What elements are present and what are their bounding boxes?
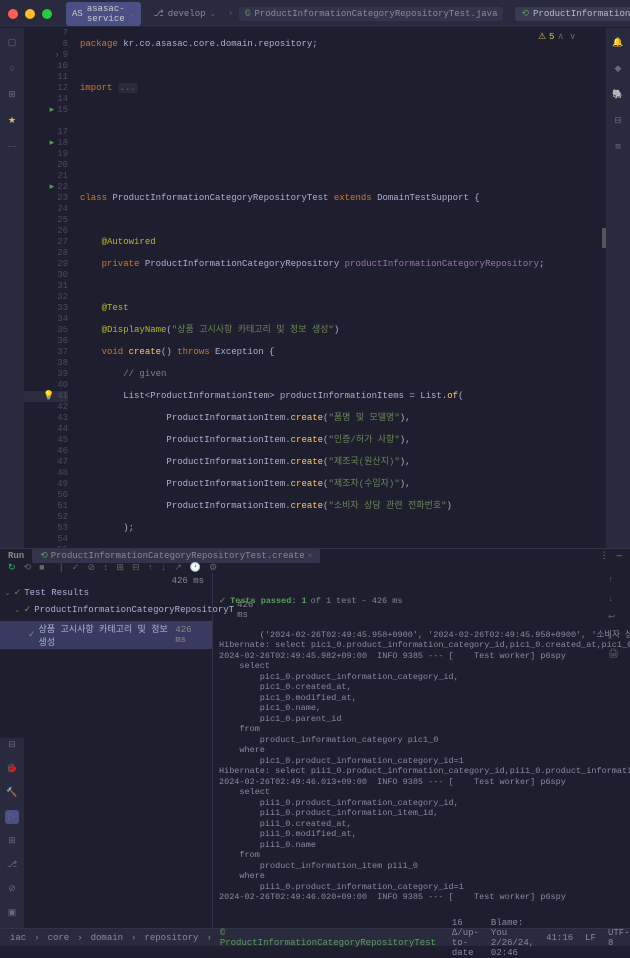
soft-wrap-icon[interactable]: ↩: [608, 612, 626, 623]
maven-tool-icon[interactable]: m: [611, 140, 625, 154]
right-tool-rail: 🔔 ◆ 🐘 ⊟ m: [606, 28, 630, 548]
vcs-status[interactable]: 16 ∆/up-to-date: [448, 918, 483, 958]
next-button[interactable]: ↓: [161, 563, 166, 573]
chevron-right-icon: ›: [228, 9, 233, 18]
minimap-indicator[interactable]: [602, 228, 606, 248]
blame-status[interactable]: Blame: You 2/26/24, 02:46: [487, 918, 538, 958]
test-icon: ⟲: [40, 551, 48, 561]
run-tool-window: Run ⟲ ProductInformationCategoryReposito…: [0, 548, 630, 918]
run-gutter-icon[interactable]: ▸: [50, 182, 55, 193]
left-tool-rail: ▢ ○ ⊞ ★ ⋯: [0, 28, 24, 548]
tree-header: 426 ms: [0, 575, 212, 587]
print-icon[interactable]: 🖨: [608, 649, 626, 660]
test-tree[interactable]: 426 ms ⌄✓ Test Results ⌄✓ ProductInforma…: [0, 573, 213, 936]
database-tool-icon[interactable]: ⊟: [611, 114, 625, 128]
run-tool-label: Run: [8, 551, 24, 561]
console-text: ('2024-02-26T02:49:45.958+0900', '2024-0…: [219, 630, 624, 903]
console-output[interactable]: ✓ Tests passed: 1 of 1 test – 426 ms ('2…: [213, 573, 630, 936]
show-ignored-button[interactable]: ⊘: [87, 563, 95, 573]
project-tool-icon[interactable]: ▢: [5, 36, 19, 50]
code-content[interactable]: package kr.co.asasac.core.domain.reposit…: [80, 28, 600, 548]
run-tool-minimize[interactable]: —: [617, 551, 622, 561]
lightbulb-icon[interactable]: 💡: [43, 391, 54, 402]
more-tools-icon[interactable]: ⋯: [5, 140, 19, 154]
close-window-button[interactable]: [8, 9, 18, 19]
maximize-window-button[interactable]: [42, 9, 52, 19]
bookmark-tool-icon[interactable]: ★: [5, 114, 19, 128]
test-icon: ⟲: [521, 9, 529, 19]
show-passed-button[interactable]: ✓: [72, 563, 80, 573]
java-class-icon: ©: [245, 9, 250, 19]
history-button[interactable]: 🕐: [190, 563, 201, 573]
titlebar: AS asasac-service ⌄ ⎇ develop ⌄ › © Prod…: [0, 0, 630, 28]
editor-tab-1[interactable]: © ProductInformationCategoryRepositoryTe…: [239, 7, 503, 21]
breadcrumb-item[interactable]: domain: [87, 933, 127, 943]
encoding[interactable]: UTF-8: [604, 928, 630, 948]
branch-selector[interactable]: ⎇ develop ⌄: [147, 7, 222, 21]
status-bar: iac› core› domain› repository› © Product…: [0, 928, 630, 946]
structure-tool-icon[interactable]: ⊞: [5, 88, 19, 102]
rerun-button[interactable]: ↻: [8, 563, 16, 573]
breadcrumb-item[interactable]: © ProductInformationCategoryRepositoryTe…: [216, 928, 440, 948]
collapse-button[interactable]: ⊟: [132, 563, 140, 573]
ai-tool-icon[interactable]: ◆: [611, 62, 625, 76]
settings-button[interactable]: ⚙: [209, 563, 217, 573]
sort-button[interactable]: ↕: [103, 563, 108, 573]
expand-button[interactable]: ⊞: [116, 563, 124, 573]
build-tool-icon[interactable]: 🔨: [5, 786, 19, 800]
run-gutter-icon[interactable]: ▸: [50, 138, 55, 149]
bottom-left-rail: ▣ ⊘ ⎇ ⊞ ▷ 🔨 🐞 ⊟: [0, 738, 24, 928]
terminal-tool-icon[interactable]: ▣: [5, 906, 19, 920]
editor-gutter: 7 8 ›9 10 11 12 14 ▸15 17 ▸18 19 20 21 ▸…: [24, 28, 74, 548]
debug-tool-icon[interactable]: 🐞: [5, 762, 19, 776]
check-icon: ✓: [219, 596, 226, 607]
breadcrumb-item[interactable]: repository: [140, 933, 202, 943]
run-toolbar: ↻ ⟲ ■ | ✓ ⊘ ↕ ⊞ ⊟ ↑ ↓ ↗ 🕐 ⚙: [0, 563, 630, 573]
run-tool-menu[interactable]: ⋮: [600, 551, 609, 561]
scroll-end-icon[interactable]: ⤓: [608, 631, 626, 642]
run-tool-icon[interactable]: ▷: [5, 810, 19, 824]
stop-button[interactable]: ■: [39, 563, 44, 573]
run-gutter-icon[interactable]: ▸: [50, 105, 55, 116]
breadcrumb-item[interactable]: core: [44, 933, 74, 943]
rerun-failed-button[interactable]: ⟲: [24, 563, 32, 573]
structure-icon[interactable]: ⊟: [5, 738, 19, 752]
run-tab[interactable]: ⟲ ProductInformationCategoryRepositoryTe…: [32, 549, 320, 563]
code-editor[interactable]: ⚠ 5 ∧ ∨ 7 8 ›9 10 11 12 14 ▸15 17 ▸18 19…: [24, 28, 606, 548]
tree-root[interactable]: ⌄✓ Test Results: [0, 587, 212, 599]
scroll-up-icon[interactable]: ↑: [608, 575, 626, 586]
line-sep[interactable]: LF: [581, 933, 600, 943]
branch-icon: ⎇: [153, 9, 163, 19]
gradle-tool-icon[interactable]: 🐘: [611, 88, 625, 102]
cursor-position[interactable]: 41:16: [542, 933, 577, 943]
git-tool-icon[interactable]: ⎇: [5, 858, 19, 872]
commit-tool-icon[interactable]: ○: [5, 62, 19, 76]
problems-tool-icon[interactable]: ⊘: [5, 882, 19, 896]
run-config-selector[interactable]: ⟲ ProductInformationCategoryReposi...t.c…: [515, 7, 630, 21]
tree-test[interactable]: ✓ 상품 고시사항 카테고리 및 정보 생성 426 ms: [0, 621, 212, 649]
services-tool-icon[interactable]: ⊞: [5, 834, 19, 848]
minimize-window-button[interactable]: [25, 9, 35, 19]
notifications-icon[interactable]: 🔔: [611, 36, 625, 50]
traffic-lights: [8, 9, 60, 19]
breadcrumb-item[interactable]: iac: [6, 933, 30, 943]
scroll-down-icon[interactable]: ↓: [608, 594, 626, 605]
project-selector[interactable]: AS asasac-service ⌄: [66, 2, 141, 26]
prev-button[interactable]: ↑: [148, 563, 153, 573]
tree-class[interactable]: ⌄✓ ProductInformationCategoryRepositoryT…: [0, 599, 212, 621]
export-button[interactable]: ↗: [174, 563, 182, 573]
